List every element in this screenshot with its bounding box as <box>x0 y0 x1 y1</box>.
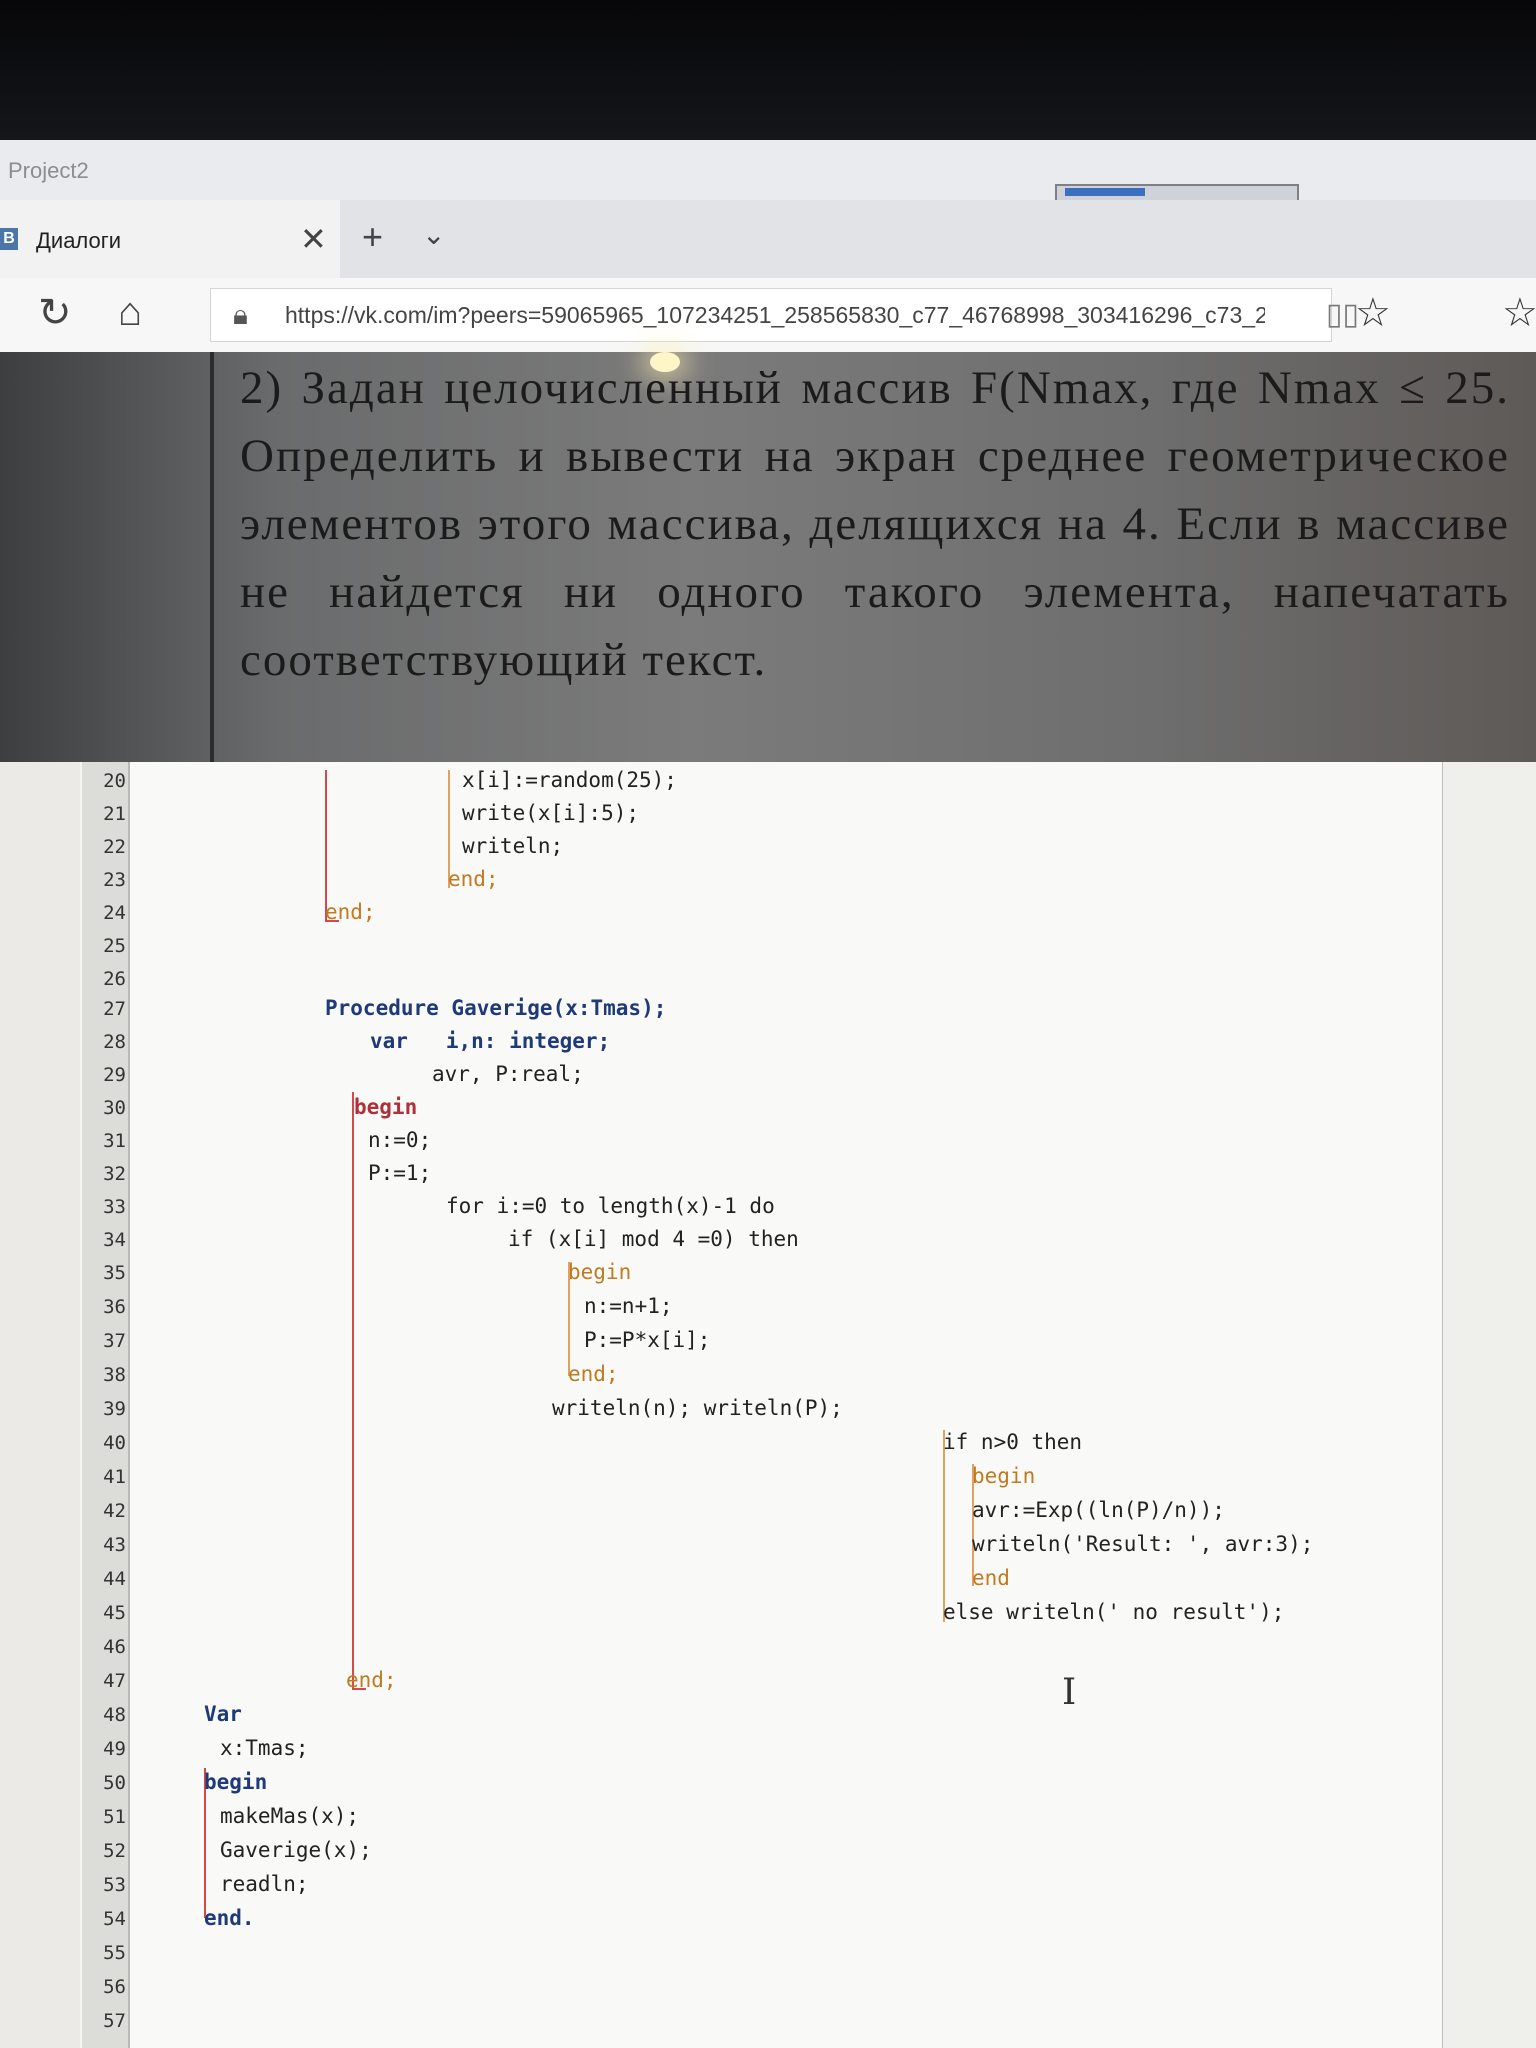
close-icon[interactable]: ✕ <box>300 220 327 258</box>
code-line-39[interactable]: writeln(n); writeln(P); <box>552 1396 843 1420</box>
block-guide <box>325 770 327 920</box>
code-line-33[interactable]: for i:=0 to length(x)-1 do <box>446 1194 775 1218</box>
line-number: 42 <box>103 1500 126 1522</box>
line-number: 54 <box>103 1908 126 1930</box>
line-number: 34 <box>103 1229 126 1251</box>
block-guide <box>352 1092 354 1688</box>
line-number: 21 <box>103 803 126 825</box>
line-number: 35 <box>103 1262 126 1284</box>
browser-nav-bar: ↻ ⌂ 🔒︎ https://vk.com/im?peers=59065965_… <box>0 278 1536 353</box>
code-line-23[interactable]: end; <box>448 867 499 891</box>
line-number: 41 <box>103 1466 126 1488</box>
line-number: 25 <box>103 935 126 957</box>
code-line-53[interactable]: readln; <box>220 1872 309 1896</box>
code-line-28[interactable]: var i,n: integer; <box>370 1029 610 1053</box>
line-number: 45 <box>103 1602 126 1624</box>
line-number: 37 <box>103 1330 126 1352</box>
code-line-21[interactable]: write(x[i]:5); <box>462 801 639 825</box>
code-line-47[interactable]: end; <box>346 1668 397 1692</box>
line-number: 53 <box>103 1874 126 1896</box>
ide-window-title: Project2 <box>8 158 89 183</box>
code-line-50[interactable]: begin <box>204 1770 267 1794</box>
code-line-22[interactable]: writeln; <box>462 834 563 858</box>
line-number: 32 <box>103 1163 126 1185</box>
code-line-41[interactable]: begin <box>972 1464 1035 1488</box>
line-number: 48 <box>103 1704 126 1726</box>
line-number: 36 <box>103 1296 126 1318</box>
line-number: 39 <box>103 1398 126 1420</box>
line-number: 31 <box>103 1130 126 1152</box>
home-icon[interactable]: ⌂ <box>118 290 142 335</box>
refresh-icon[interactable]: ↻ <box>38 290 72 336</box>
editor-right-pane <box>1443 762 1536 2048</box>
code-line-37[interactable]: P:=P*x[i]; <box>584 1328 710 1352</box>
browser-tab-strip: В Диалоги ✕ + ⌄ <box>0 200 1536 278</box>
favorites-icon[interactable]: ☆ <box>1502 290 1536 336</box>
line-number: 24 <box>103 902 126 924</box>
line-number: 27 <box>103 998 126 1020</box>
code-line-34[interactable]: if (x[i] mod 4 =0) then <box>508 1227 799 1251</box>
line-number: 20 <box>103 770 126 792</box>
line-number: 51 <box>103 1806 126 1828</box>
code-line-38[interactable]: end; <box>568 1362 619 1386</box>
code-line-42[interactable]: avr:=Exp((ln(P)/n)); <box>972 1498 1225 1522</box>
code-line-43[interactable]: writeln('Result: ', avr:3); <box>972 1532 1313 1556</box>
tab-label: Диалоги <box>36 228 122 253</box>
line-number: 56 <box>103 1976 126 1998</box>
code-line-30[interactable]: begin <box>354 1095 417 1119</box>
line-number: 43 <box>103 1534 126 1556</box>
line-number: 33 <box>103 1196 126 1218</box>
code-line-52[interactable]: Gaverige(x); <box>220 1838 372 1862</box>
chevron-down-icon[interactable]: ⌄ <box>422 218 445 251</box>
task-text: 2) Задан целочисленный массив F(Nmax, гд… <box>240 362 1510 686</box>
tab-dialogs[interactable]: В Диалоги ✕ <box>0 200 340 278</box>
line-number: 50 <box>103 1772 126 1794</box>
line-number: 52 <box>103 1840 126 1862</box>
plus-icon[interactable]: + <box>362 216 383 258</box>
text-cursor-icon: I <box>1062 1672 1077 1713</box>
editor-margin <box>0 762 80 2048</box>
line-number: 28 <box>103 1031 126 1053</box>
line-number: 40 <box>103 1432 126 1454</box>
code-line-44[interactable]: end <box>972 1566 1010 1590</box>
line-number: 26 <box>103 968 126 990</box>
line-number: 49 <box>103 1738 126 1760</box>
code-line-40[interactable]: if n>0 then <box>943 1430 1082 1454</box>
line-number: 57 <box>103 2010 126 2032</box>
code-line-32[interactable]: P:=1; <box>368 1161 431 1185</box>
line-number: 22 <box>103 836 126 858</box>
ide-title-bar: Project2 <box>0 140 1536 202</box>
address-bar[interactable]: 🔒︎ https://vk.com/im?peers=59065965_1072… <box>210 288 1359 342</box>
url-text[interactable]: https://vk.com/im?peers=59065965_1072342… <box>285 302 1265 329</box>
line-number: 23 <box>103 869 126 891</box>
code-line-31[interactable]: n:=0; <box>368 1128 431 1152</box>
code-line-36[interactable]: n:=n+1; <box>584 1294 673 1318</box>
star-icon[interactable]: ☆ <box>1355 290 1391 336</box>
code-line-45[interactable]: else writeln(' no result'); <box>943 1600 1284 1624</box>
code-line-29[interactable]: avr, P:real; <box>432 1062 584 1086</box>
line-number: 30 <box>103 1097 126 1119</box>
line-number: 46 <box>103 1636 126 1658</box>
line-number: 47 <box>103 1670 126 1692</box>
line-number: 38 <box>103 1364 126 1386</box>
code-line-51[interactable]: makeMas(x); <box>220 1804 359 1828</box>
task-photo: 2) Задан целочисленный массив F(Nmax, гд… <box>0 352 1536 762</box>
code-line-48[interactable]: Var <box>204 1702 242 1726</box>
book-spine <box>210 352 214 762</box>
code-line-24[interactable]: end; <box>325 900 376 924</box>
lock-icon: 🔒︎ <box>233 299 248 330</box>
code-line-35[interactable]: begin <box>568 1260 631 1284</box>
monitor-bezel <box>0 0 1536 140</box>
line-number: 29 <box>103 1064 126 1086</box>
code-line-49[interactable]: x:Tmas; <box>220 1736 309 1760</box>
line-number: 55 <box>103 1942 126 1964</box>
code-line-54[interactable]: end. <box>204 1906 255 1930</box>
block-guide <box>943 1430 945 1622</box>
code-line-20[interactable]: x[i]:=random(25); <box>462 768 677 792</box>
vk-favicon-icon: В <box>0 228 18 250</box>
code-line-27[interactable]: Procedure Gaverige(x:Tmas); <box>325 996 666 1020</box>
line-number: 44 <box>103 1568 126 1590</box>
